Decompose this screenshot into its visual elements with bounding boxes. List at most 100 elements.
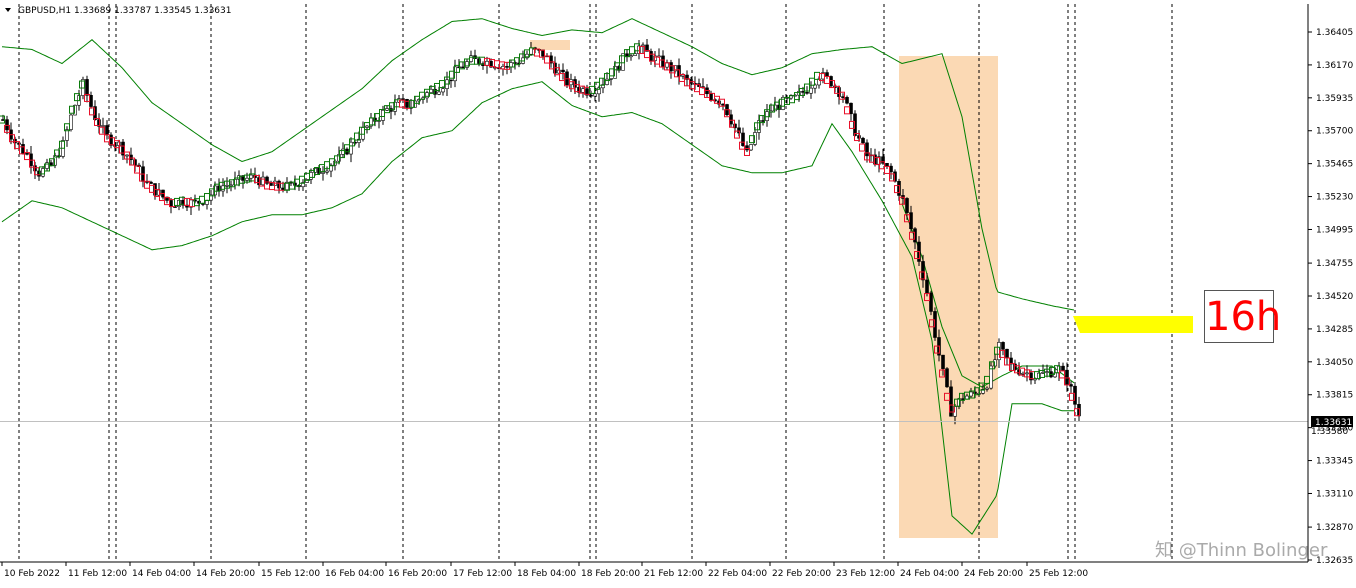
candle-body [125, 154, 129, 157]
yellow-band-shape [1073, 316, 1193, 333]
candle-body [941, 354, 945, 369]
zhihu-icon: 知 [1155, 540, 1173, 561]
y-tick-label: 1.35700 [1316, 127, 1353, 137]
chart-svg: 1.33580 1.364051.361701.359351.357001.35… [0, 4, 1353, 579]
candle-body [385, 108, 389, 111]
candle-body [1005, 348, 1009, 359]
x-tick-label: 17 Feb 12:00 [453, 569, 512, 579]
candle-body [425, 92, 429, 99]
y-tick-label: 1.32870 [1316, 523, 1353, 533]
candle-body [405, 99, 409, 108]
y-tick-label: 1.34520 [1316, 292, 1353, 302]
candle-body [105, 125, 109, 136]
y-tick-label: 1.35465 [1316, 160, 1353, 170]
x-tick-label: 24 Feb 20:00 [964, 569, 1023, 579]
candle-body [905, 198, 909, 213]
candle-body [321, 171, 325, 174]
candle-body [605, 78, 609, 85]
candle-body [865, 142, 869, 157]
bear-box [99, 126, 105, 135]
y-tick-label: 1.35230 [1316, 193, 1353, 203]
candle-body [1045, 371, 1049, 373]
y-tick-label: 1.33345 [1316, 457, 1353, 467]
x-tick-label: 18 Feb 20:00 [581, 569, 640, 579]
y-tick-label: 1.36405 [1316, 28, 1353, 38]
candle-body [825, 72, 829, 77]
y-tick-label: 1.34285 [1316, 325, 1353, 335]
candle-body [85, 79, 89, 96]
x-tick-label: 14 Feb 20:00 [196, 569, 255, 579]
candle-body [465, 61, 469, 68]
x-axis: 10 Feb 2022 11 Feb 12:00 14 Feb 04:00 14 Fe… [1, 562, 1088, 579]
candle-body [861, 137, 865, 144]
x-tick-label: 14 Feb 04:00 [132, 569, 191, 579]
candle-body [245, 177, 249, 181]
candle-body [745, 145, 749, 151]
bear-box [859, 143, 865, 152]
plot-frame [0, 4, 1309, 563]
candle-body [437, 91, 441, 95]
candle-body [925, 279, 929, 294]
bull-box [299, 175, 305, 184]
price-tag: 1.33631 [1311, 416, 1353, 428]
watermark: 知 @Thinn Bolinger [1155, 536, 1327, 562]
x-tick-label: 16 Feb 20:00 [388, 569, 447, 579]
candle-body [5, 119, 9, 131]
bull-box [439, 80, 445, 89]
candle-body [885, 163, 889, 167]
bull-box [599, 77, 605, 86]
y-axis: 1.36405 1.36170 1.35935 1.35700 1.35465 1.352… [1308, 28, 1353, 566]
chart: 1.33580 1.36405 1.36170 1.35935 1.35700 1.35… [0, 0, 1356, 584]
header: GBPUSD,H1 1.33689 1.33787 1.33545 1.3363… [5, 6, 231, 16]
price-tag-text: 1.33631 [1315, 418, 1352, 428]
y-tick-label: 1.34050 [1316, 358, 1353, 368]
candle-body [505, 66, 509, 68]
candle-body [225, 185, 229, 187]
candle-body [985, 387, 989, 390]
y-tick-label: 1.33815 [1316, 391, 1353, 401]
x-tick-label: 23 Feb 12:00 [836, 569, 895, 579]
x-tick-label: 11 Feb 12:00 [68, 569, 127, 579]
annotation-16h: 16h [1204, 290, 1281, 343]
x-tick-label: 16 Feb 04:00 [325, 569, 384, 579]
header-text: GBPUSD,H1 1.33689 1.33787 1.33545 1.3363… [18, 6, 231, 16]
x-tick-label: 25 Feb 12:00 [1029, 569, 1088, 579]
candle-body [945, 368, 949, 388]
candle-body [1065, 369, 1069, 385]
candle-body [805, 92, 809, 94]
x-tick-label: 15 Feb 12:00 [261, 569, 320, 579]
bull-box [809, 77, 815, 86]
x-tick-label: 21 Feb 12:00 [644, 569, 703, 579]
triangle-down-icon[interactable] [5, 8, 11, 12]
bull-box [629, 46, 635, 55]
y-tick-label: 1.34995 [1316, 225, 1353, 235]
candle-body [593, 93, 597, 97]
candle-body [845, 97, 849, 104]
bull-box [204, 193, 210, 202]
candle-body [561, 69, 565, 73]
candle-body [589, 94, 593, 97]
y-tick-label: 1.34755 [1316, 259, 1353, 269]
candle-body [1025, 372, 1029, 375]
candle-body [1001, 342, 1005, 350]
x-tick-label: 10 Feb 2022 [4, 569, 60, 579]
y-tick-label: 1.36170 [1316, 61, 1353, 71]
bear-box [699, 87, 705, 96]
x-tick-label: 22 Feb 20:00 [772, 569, 831, 579]
candle-body [25, 153, 29, 155]
y-tick-label: 1.33110 [1316, 489, 1353, 499]
candle-body [365, 125, 369, 128]
candle-body [765, 111, 769, 121]
x-tick-label: 18 Feb 04:00 [517, 569, 576, 579]
highlight-zone [899, 56, 998, 538]
candle-body [641, 44, 645, 47]
candle-body [101, 125, 105, 127]
x-tick-label: 24 Feb 04:00 [900, 569, 959, 579]
candle-body [565, 71, 569, 86]
candle-body [401, 98, 405, 100]
candle-body [1061, 365, 1065, 371]
candle-body [305, 179, 309, 183]
candle-body [325, 170, 329, 173]
candle-body [441, 88, 445, 93]
y-tick-label: 1.35935 [1316, 94, 1353, 104]
